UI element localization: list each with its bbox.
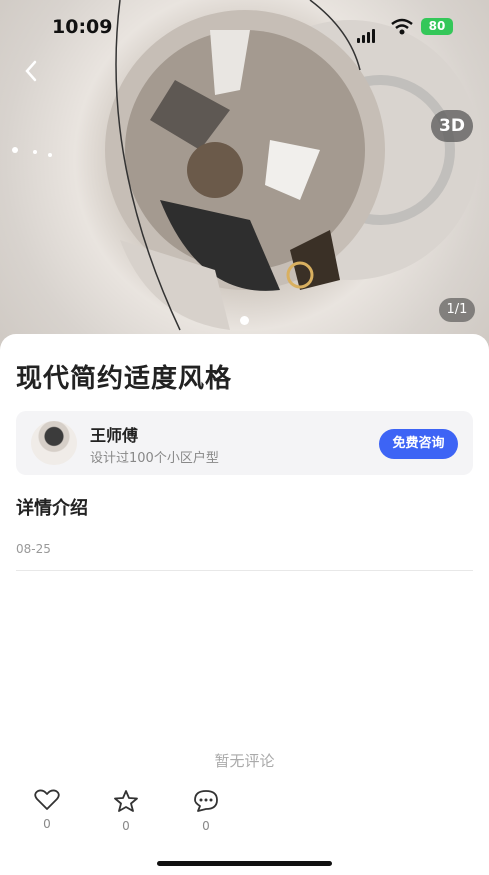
page-title: 现代简约适度风格 [16, 364, 233, 394]
comment-button[interactable]: 0 [186, 789, 226, 833]
battery-indicator: 80 [421, 18, 453, 35]
free-consult-button[interactable]: 免费咨询 [379, 429, 458, 459]
empty-comments-text: 暂无评论 [214, 752, 275, 770]
section-title: 详情介绍 [16, 498, 88, 519]
designer-card[interactable]: 王师傅 设计过100个小区户型 免费咨询 [16, 411, 473, 475]
image-page-indicator: 1/1 [439, 298, 475, 322]
favorite-count: 0 [122, 819, 130, 833]
avatar[interactable] [31, 421, 77, 465]
home-indicator [157, 861, 332, 866]
signal-icon [357, 24, 377, 43]
wifi-icon [391, 18, 413, 35]
3d-view-button[interactable]: 3D [431, 110, 473, 142]
publish-date: 08-25 [16, 542, 51, 556]
favorite-button[interactable]: 0 [106, 789, 146, 833]
star-icon [114, 790, 138, 812]
divider [16, 570, 473, 571]
designer-description: 设计过100个小区户型 [90, 451, 219, 466]
status-time: 10:09 [52, 16, 113, 38]
designer-name: 王师傅 [90, 426, 139, 445]
panorama-image [12, 0, 480, 331]
comment-icon [194, 790, 218, 812]
like-button[interactable]: 0 [27, 789, 67, 831]
like-count: 0 [43, 817, 51, 831]
status-bar: 10:09 80 [0, 14, 489, 43]
carousel-dot [240, 316, 249, 325]
heart-icon [34, 789, 60, 810]
panorama-viewer[interactable]: 10:09 80 3D 1/1 [0, 0, 489, 350]
comment-count: 0 [202, 819, 210, 833]
detail-sheet: 现代简约适度风格 王师傅 设计过100个小区户型 免费咨询 详情介绍 08-25… [0, 334, 489, 875]
back-icon[interactable] [20, 58, 42, 84]
